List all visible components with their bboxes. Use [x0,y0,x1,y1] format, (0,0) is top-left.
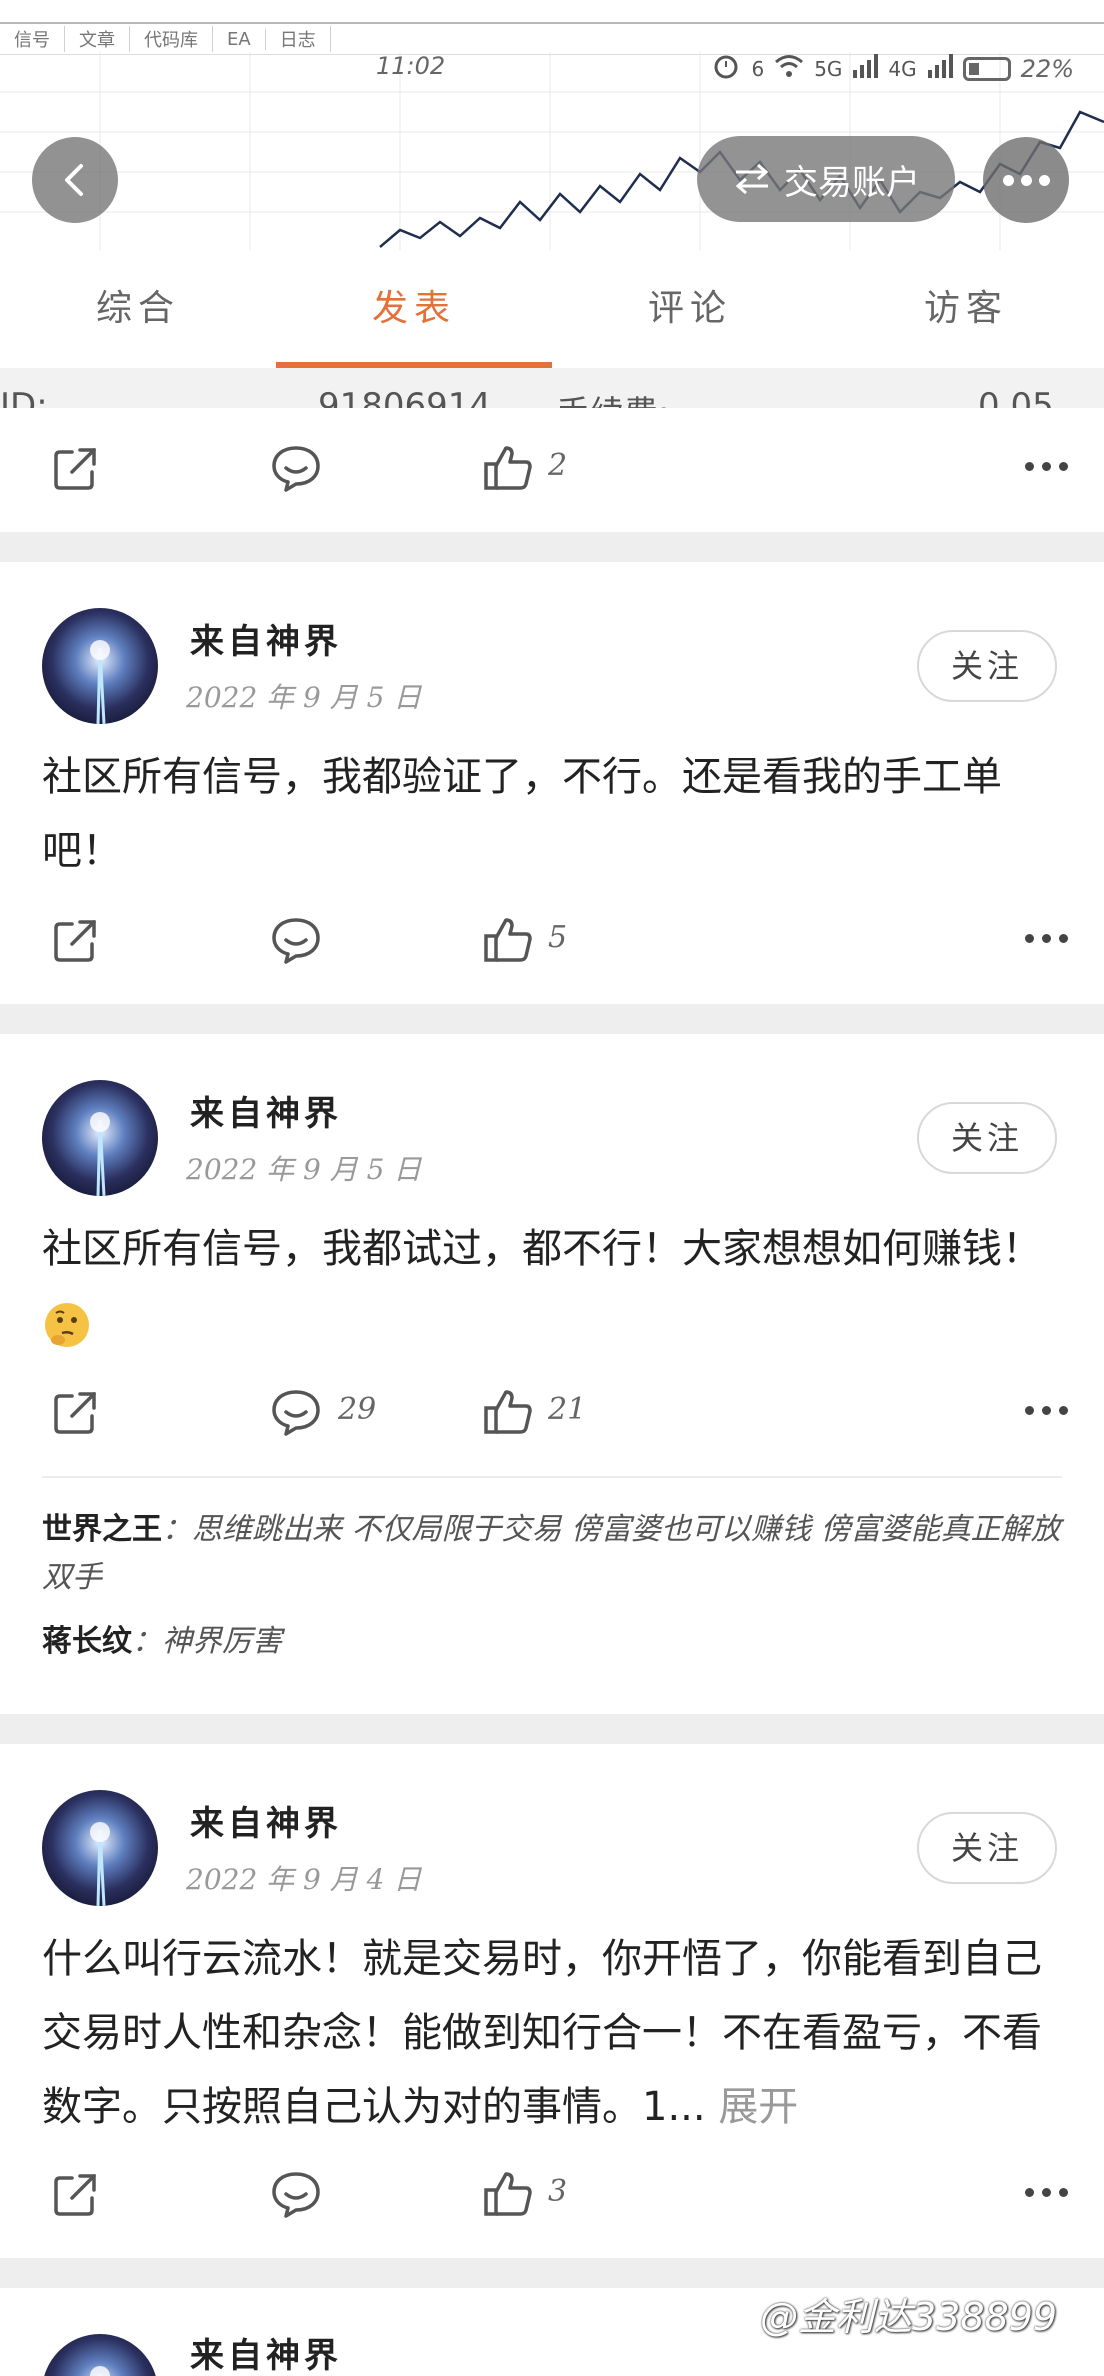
like-count: 3 [548,2174,568,2209]
more-icon[interactable] [1025,462,1068,471]
post-text: 社区所有信号，我都试过，都不行！大家想想如何赚钱！ [42,1226,1042,1272]
avatar[interactable] [42,1790,158,1906]
partial-signal-info: ID: 91806914 手续费: 0.05 [0,368,1104,408]
network-label: 6 [751,57,765,81]
commenter-name: 世界之王 [42,1512,162,1547]
wifi-icon [774,53,804,85]
comment-preview: 世界之王：思维跳出来 不仅局限于交易 傍富婆也可以赚钱 傍富婆能真正解放双手 [42,1506,1072,1602]
network-label: 4G [888,57,917,81]
comment-icon[interactable] [268,1384,324,1440]
browser-tab[interactable]: 信号 [0,26,65,52]
fee-label: 手续费: [556,386,669,408]
comment-icon[interactable] [268,912,324,968]
battery-icon [962,57,1011,81]
comment-text: ：思维跳出来 不仅局限于交易 傍富婆也可以赚钱 傍富婆能真正解放双手 [42,1512,1061,1595]
follow-button[interactable]: 关注 [917,1812,1057,1884]
thumbs-up-icon[interactable] [480,1384,536,1440]
share-icon[interactable] [48,1384,104,1440]
browser-tab[interactable]: EA [213,28,266,50]
divider [42,1476,1062,1478]
expand-link[interactable]: 展开 [718,2084,798,2130]
post-content[interactable]: 什么叫行云流水！就是交易时，你开悟了，你能看到自己交易时人性和杂念！能做到知行合… [42,1922,1072,2144]
follow-button[interactable]: 关注 [917,630,1057,702]
fee-value: 0.05 [978,386,1054,408]
tab-comments[interactable]: 评论 [552,250,828,368]
post-actions: 2 [0,418,1104,518]
comment-icon[interactable] [268,440,324,496]
post-content[interactable]: 社区所有信号，我都试过，都不行！大家想想如何赚钱！ [42,1212,1072,1360]
avatar[interactable] [42,2334,158,2376]
thinking-face-icon [45,1303,89,1347]
follow-button[interactable]: 关注 [917,1102,1057,1174]
post-date: 2022 年 9 月 5 日 [186,1153,422,1186]
like-count: 5 [548,920,568,955]
tab-posts[interactable]: 发表 [276,250,552,368]
profile-tab-bar: 综合 发表 评论 访客 [0,250,1104,368]
post-date: 2022 年 9 月 4 日 [186,1863,422,1896]
browser-tab[interactable]: 日志 [266,26,331,52]
more-icon[interactable] [1025,2188,1068,2197]
chevron-left-icon [65,164,83,196]
post-actions: 5 [0,890,1104,990]
comment-preview-list[interactable]: 世界之王：思维跳出来 不仅局限于交易 傍富婆也可以赚钱 傍富婆能真正解放双手 蒋… [42,1506,1072,1682]
section-gap [0,532,1104,562]
share-icon[interactable] [48,912,104,968]
like-count: 2 [548,448,568,483]
more-options-button[interactable] [983,137,1069,223]
thumbs-up-icon[interactable] [480,2166,536,2222]
watermark-text: @金利达338899 [760,2295,1058,2339]
header: 信号 文章 代码库 EA 日志 11:02 6 5G 4G 22% 交易账户 [0,0,1104,250]
like-count: 21 [548,1392,587,1427]
browser-tab-strip: 信号 文章 代码库 EA 日志 [0,22,1104,55]
tab-overview[interactable]: 综合 [0,250,276,368]
post-card: 来自神界 2022 年 9 月 4 日 关注 什么叫行云流水！就是交易时，你开悟… [0,1744,1104,2164]
alarm-icon [711,51,741,87]
post-actions: 29 21 [0,1362,1104,1462]
browser-tab[interactable]: 文章 [65,26,130,52]
comment-icon[interactable] [268,2166,324,2222]
id-label: ID: [0,386,48,408]
id-value: 91806914 [318,386,492,408]
tab-visitors[interactable]: 访客 [828,250,1104,368]
avatar[interactable] [42,608,158,724]
avatar[interactable] [42,1080,158,1196]
trade-account-button[interactable]: 交易账户 [697,136,955,222]
back-button[interactable] [32,137,118,223]
thumbs-up-icon[interactable] [480,912,536,968]
comment-text: ：神界厉害 [132,1624,282,1659]
author-name[interactable]: 来自神界 [190,2328,342,2376]
comment-count: 29 [338,1392,377,1427]
more-icon[interactable] [1025,934,1068,943]
share-icon[interactable] [48,2166,104,2222]
comment-preview: 蒋长纹：神界厉害 [42,1618,1072,1666]
commenter-name: 蒋长纹 [42,1624,132,1659]
swap-icon [735,163,769,195]
post-date: 2022 年 9 月 5 日 [186,681,422,714]
post-actions: 3 [0,2144,1104,2244]
thumbs-up-icon[interactable] [480,440,536,496]
more-icon[interactable] [1025,1406,1068,1415]
section-gap [0,2258,1104,2288]
share-icon[interactable] [48,440,104,496]
signal-icon [852,54,879,84]
status-icons: 6 5G 4G 22% [711,52,1074,86]
post-content[interactable]: 社区所有信号，我都验证了，不行。还是看我的手工单吧！ [42,740,1072,888]
signal-icon [927,54,953,84]
section-gap [0,1004,1104,1034]
post-text: 什么叫行云流水！就是交易时，你开悟了，你能看到自己交易时人性和杂念！能做到知行合… [42,1936,1042,2130]
status-time: 11:02 [376,52,446,80]
battery-level: 22% [1020,55,1074,83]
author-name[interactable]: 来自神界 [190,1086,342,1135]
author-name[interactable]: 来自神界 [190,1796,342,1845]
author-name[interactable]: 来自神界 [190,614,342,663]
network-label: 5G [814,57,843,81]
section-gap [0,1714,1104,1744]
browser-tab[interactable]: 代码库 [130,26,213,52]
trade-account-label: 交易账户 [784,162,920,203]
